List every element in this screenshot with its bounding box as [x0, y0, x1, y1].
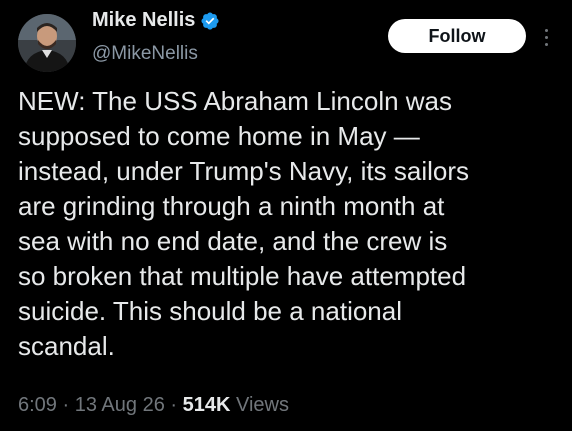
meta-separator: ·	[170, 394, 178, 416]
verified-badge-icon	[200, 11, 220, 31]
avatar-image	[18, 14, 76, 72]
avatar[interactable]	[18, 14, 76, 72]
tweet-text: NEW: The USS Abraham Lincoln was suppose…	[18, 86, 469, 361]
more-dot	[544, 28, 548, 32]
tweet-date[interactable]: 13 Aug 26	[75, 394, 165, 416]
more-vertical-icon[interactable]	[538, 22, 554, 52]
author-display-name[interactable]: Mike Nellis	[92, 9, 195, 32]
tweet-meta: 6:09 · 13 Aug 26 · 514K Views	[18, 394, 289, 417]
author-name-row[interactable]: Mike Nellis	[92, 9, 220, 32]
tweet: Mike Nellis @MikeNellis Follow NEW: The …	[0, 0, 572, 431]
views-count[interactable]: 514K	[183, 394, 231, 416]
more-dot	[544, 42, 548, 46]
tweet-time[interactable]: 6:09	[18, 394, 57, 416]
views-label[interactable]: Views	[236, 394, 289, 416]
meta-separator: ·	[62, 394, 70, 416]
follow-button[interactable]: Follow	[388, 19, 526, 53]
more-dot	[544, 35, 548, 39]
author-handle[interactable]: @MikeNellis	[92, 43, 198, 65]
